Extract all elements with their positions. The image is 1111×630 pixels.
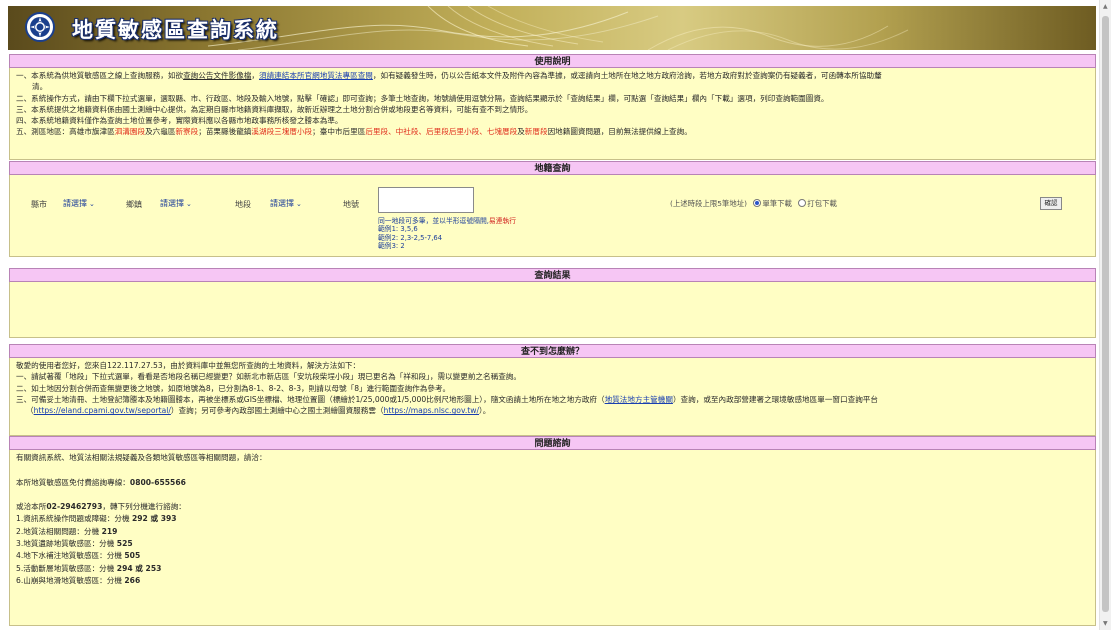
contact-body: 有關資訊系統、地質法相關法規疑義及各類地質敏感區等相關問題，請洽： 本所地質敏感… (9, 450, 1096, 626)
parcel-heading: 地籍查詢 (9, 161, 1096, 175)
help-section: 查不到怎麼辦？ 敬愛的使用者您好，您來自122.117.27.53，由於資料庫中… (9, 344, 1096, 436)
township-select[interactable]: 請選擇 ⌄ (160, 198, 192, 210)
section-label: 地段 (235, 200, 251, 209)
lot-number-label: 地號 (343, 200, 359, 209)
parcel-query-form: 縣市 請選擇 ⌄ 鄉鎮 請選擇 ⌄ 地段 請選擇 ⌄ 地號 同一地段可多筆，並以半形逗… (9, 175, 1096, 257)
usage-item-4: 四、本系統地籍資料僅作為查詢土地位置參考，實際資料應以各縣市地政事務所核發之謄本… (16, 116, 343, 126)
announcement-docs-link[interactable]: 查詢公告文件影像檔 (183, 71, 251, 80)
eland-portal-link[interactable]: https://eland.cpami.gov.tw/seportal/ (34, 406, 171, 415)
extension-item: 2.地質法相關問題：分機 219 (16, 526, 118, 536)
geology-law-zone-link[interactable]: 須請連結本所官網地質法專區查閱 (259, 71, 373, 80)
scroll-down-icon[interactable]: ▼ (1103, 620, 1108, 627)
results-body (9, 282, 1096, 338)
extension-item: 1.資訊系統操作問題或障礙：分機 292 或 393 (16, 514, 177, 524)
county-label: 縣市 (31, 200, 47, 209)
usage-item-5: 五、測區地區：高雄市旗津區泗溝園段及六龜區新寮段；苗栗縣後龍鎮溪湖段三塊厝小段；… (16, 127, 692, 137)
chevron-down-icon: ⌄ (296, 200, 302, 208)
usage-item-3: 三、本系統提供之地籍資料係由國土測繪中心提供，為定期自縣市地籍資料庫擷取，故新近… (16, 104, 533, 114)
parcel-query-section: 地籍查詢 縣市 請選擇 ⌄ 鄉鎮 請選擇 ⌄ 地段 請選擇 ⌄ 地號 同一地段可多筆，… (9, 161, 1096, 257)
results-heading: 查詢結果 (9, 268, 1096, 282)
contact-section: 問題諮詢 有關資訊系統、地質法相關法規疑義及各類地質敏感區等相關問題，請洽： 本… (9, 436, 1096, 626)
nlsc-maps-link[interactable]: https://maps.nlsc.gov.tw/ (384, 406, 479, 415)
section-select[interactable]: 請選擇 ⌄ (270, 198, 302, 210)
extension-item: 3.地質遺跡地質敏感區：分機 525 (16, 539, 133, 549)
extension-item: 5.活動斷層地質敏感區：分機 294 或 253 (16, 563, 162, 573)
scrollbar-thumb[interactable] (1102, 16, 1109, 612)
extension-item: 6.山崩與地滑地質敏感區：分機 266 (16, 575, 141, 585)
chevron-down-icon: ⌄ (89, 200, 95, 208)
vertical-scrollbar[interactable]: ▲ ▼ (1099, 0, 1111, 630)
county-select[interactable]: 請選擇 ⌄ (63, 198, 95, 210)
lot-number-hint: 同一地段可多筆，並以半形逗號隔開,易連執行 範例1: 3,5,6 範例2: 2,… (378, 217, 517, 251)
usage-body: 一、本系統為供地質敏感區之線上查詢服務，如欲查詢公告文件影像檔，須請連結本所官網… (9, 68, 1096, 160)
extension-item: 4.地下水補注地質敏感區：分機 505 (16, 551, 141, 561)
help-heading: 查不到怎麼辦？ (9, 344, 1096, 358)
results-section: 查詢結果 (9, 268, 1096, 338)
usage-item-1: 一、本系統為供地質敏感區之線上查詢服務，如欲查詢公告文件影像檔，須請連結本所官網… (16, 71, 882, 80)
scroll-up-icon[interactable]: ▲ (1103, 3, 1108, 10)
confirm-button[interactable]: 確認 (1040, 197, 1062, 210)
single-download-radio[interactable] (753, 199, 762, 207)
local-authority-link[interactable]: 地質法地方主管機關 (605, 395, 673, 404)
usage-section: 使用說明 一、本系統為供地質敏感區之線上查詢服務，如欲查詢公告文件影像檔，須請連… (9, 54, 1096, 160)
usage-heading: 使用說明 (9, 54, 1096, 68)
download-options: (上述時段上限5筆地址) 單筆下載 打包下載 (670, 199, 837, 208)
contact-heading: 問題諮詢 (9, 436, 1096, 450)
chevron-down-icon: ⌄ (186, 200, 192, 208)
header-banner: 地質敏感區查詢系統 (8, 6, 1096, 50)
app-title: 地質敏感區查詢系統 (72, 17, 279, 42)
help-body: 敬愛的使用者您好，您來自122.117.27.53，由於資料庫中並無您所查詢的土… (9, 358, 1096, 436)
usage-item-2: 二、系統操作方式，請由下欄下拉式選單，選取縣、市、行政區、地段及輸入地號，點擊「… (16, 93, 829, 103)
government-seal-icon (25, 12, 55, 42)
township-label: 鄉鎮 (126, 200, 142, 209)
lot-number-input[interactable] (378, 187, 474, 213)
bundle-download-radio[interactable] (798, 199, 807, 207)
main-phone-number: 02-29462793 (46, 502, 103, 512)
hotline-number: 0800-655566 (129, 477, 186, 487)
